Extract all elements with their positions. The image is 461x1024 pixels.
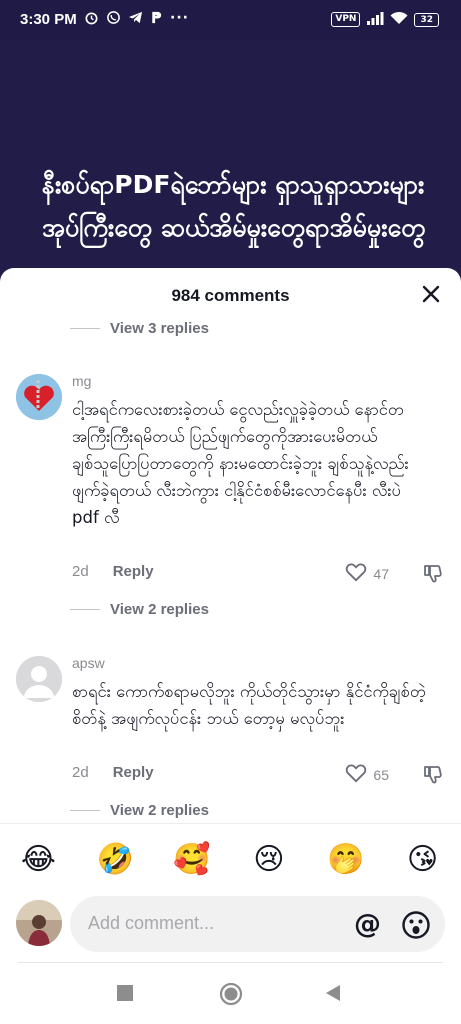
emoji-quick-row: 😂 🤣 🥰 😢 🤭 😘 [0, 823, 461, 894]
view-replies-label: View 2 replies [110, 802, 209, 819]
nav-divider [18, 962, 443, 963]
emoji-crying-button[interactable]: 😢 [249, 842, 289, 877]
avatar[interactable] [16, 656, 62, 702]
dislike-icon[interactable] [423, 563, 443, 583]
system-navigation-bar [0, 968, 461, 1024]
recents-icon[interactable] [116, 984, 134, 1006]
comment-input[interactable]: Add comment... @ [70, 896, 445, 952]
comment-input-row: Add comment... @ [0, 894, 461, 958]
more-notifications-icon: ··· [170, 10, 189, 26]
comment-input-placeholder: Add comment... [88, 913, 215, 933]
view-replies-button[interactable]: View 3 replies [70, 320, 209, 337]
emoji-picker-icon[interactable] [401, 910, 431, 940]
system-icons: VPN 32 [331, 11, 439, 28]
signal-icon [366, 11, 384, 28]
status-time: 3:30 PM [20, 11, 77, 28]
reply-button[interactable]: Reply [113, 563, 154, 580]
telegram-icon [128, 10, 143, 29]
mention-icon[interactable]: @ [354, 909, 381, 940]
dislike-icon[interactable] [423, 764, 443, 784]
view-replies-label: View 2 replies [110, 601, 209, 618]
comments-count-title: 984 comments [171, 286, 290, 305]
emoji-kiss-button[interactable]: 😘 [403, 842, 443, 877]
home-icon[interactable] [219, 982, 243, 1010]
comment-item: mg ငါ့အရင်ကလေးစားခဲ့တယ် ငွေလည်းလှူခဲ့ခဲ့… [0, 372, 461, 622]
comment-meta: 2d Reply [72, 764, 154, 781]
emoji-hand-over-mouth-button[interactable]: 🤭 [326, 842, 366, 877]
emoji-tears-of-joy-button[interactable]: 😂 [18, 842, 58, 877]
close-icon[interactable] [419, 282, 443, 306]
comment-age: 2d [72, 764, 89, 781]
vpn-badge: VPN [331, 12, 361, 27]
like-button[interactable]: 65 [345, 763, 389, 786]
like-count: 47 [373, 565, 389, 582]
comment-age: 2d [72, 563, 89, 580]
divider-line [70, 328, 100, 329]
like-count: 65 [373, 766, 389, 783]
video-background[interactable]: နီးစပ်ရာPDFရဲဘော်များ ရှာသူရှာသားများအုပ… [0, 40, 461, 300]
divider-line [70, 810, 100, 811]
viber-icon [106, 10, 121, 29]
battery-indicator: 32 [414, 12, 439, 27]
alarm-icon [84, 10, 99, 29]
back-icon[interactable] [324, 984, 342, 1006]
comments-header: 984 comments [0, 268, 461, 322]
app-p-icon [150, 10, 163, 29]
heart-icon [345, 562, 367, 585]
comment-text: စာရင်း ကောက်စရာမလိုဘူး ကိုယ်တိုင်သွားမှာ… [72, 682, 426, 728]
view-replies-label: View 3 replies [110, 320, 209, 337]
comment-username[interactable]: apsw [72, 655, 105, 671]
divider-line [70, 609, 100, 610]
avatar[interactable] [16, 374, 62, 420]
like-button[interactable]: 47 [345, 562, 389, 585]
comment-username[interactable]: mg [72, 373, 91, 389]
emoji-rofl-button[interactable]: 🤣 [95, 842, 135, 877]
comment-text: ငါ့အရင်ကလေးစားခဲ့တယ် ငွေလည်းလှူခဲ့ခဲ့တယ်… [72, 400, 409, 527]
heart-icon [345, 763, 367, 786]
status-bar: 3:30 PM ··· VPN 32 [0, 0, 461, 40]
reply-button[interactable]: Reply [113, 764, 154, 781]
comment-item: apsw စာရင်း ကောက်စရာမလိုဘူး ကိုယ်တိုင်သွ… [0, 654, 461, 794]
emoji-hearts-face-button[interactable]: 🥰 [172, 842, 212, 877]
notification-icons: ··· [84, 10, 189, 29]
video-overlay-text: နီးစပ်ရာPDFရဲဘော်များ ရှာသူရှာသားများအုပ… [42, 170, 426, 242]
view-replies-button[interactable]: View 2 replies [70, 601, 209, 618]
wifi-icon [390, 11, 408, 28]
user-avatar [16, 900, 62, 946]
view-replies-button[interactable]: View 2 replies [70, 802, 209, 819]
comment-meta: 2d Reply [72, 563, 154, 580]
